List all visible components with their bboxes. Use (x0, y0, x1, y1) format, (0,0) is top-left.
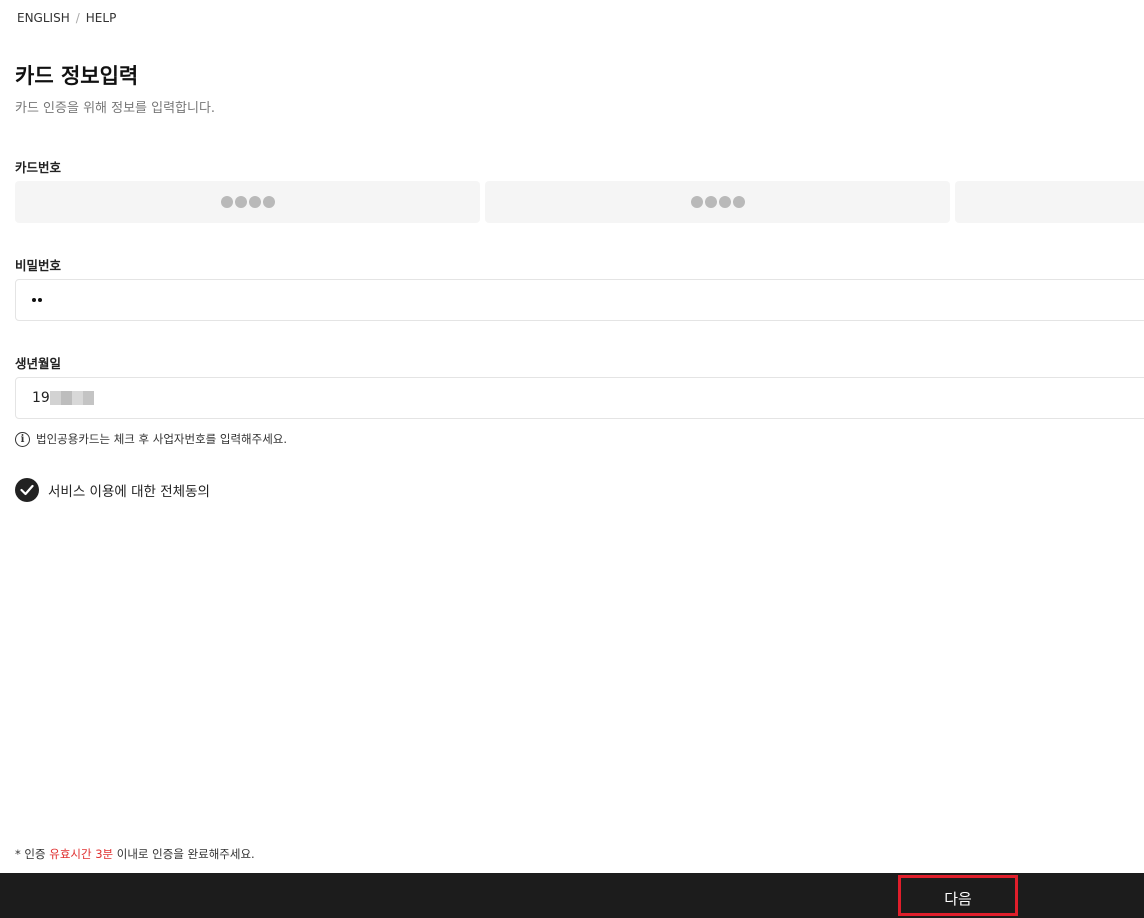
card-number-field-1[interactable] (15, 181, 480, 223)
time-limit-footnote: * 인증 유효시간 3분 이내로 인증을 완료해주세요. (15, 846, 255, 862)
birthdate-value: 19 (32, 390, 50, 406)
password-input[interactable] (15, 279, 1144, 321)
nav-separator: / (75, 11, 80, 25)
footnote-suffix: 이내로 인증을 완료해주세요. (116, 847, 255, 861)
top-nav: ENGLISH / HELP (17, 11, 116, 25)
password-masked-value (32, 298, 42, 302)
card-number-field-3[interactable] (955, 181, 1144, 223)
masked-digits (690, 196, 745, 208)
masked-digits (220, 196, 275, 208)
check-icon (15, 478, 39, 502)
notice-text: 법인공용카드는 체크 후 사업자번호를 입력해주세요. (36, 432, 288, 446)
page-subtitle: 카드 인증을 위해 정보를 입력합니다. (15, 101, 216, 116)
birthdate-input[interactable]: 19 (15, 377, 1144, 419)
page-title: 카드 정보입력 (15, 64, 139, 88)
card-number-field-2[interactable] (485, 181, 950, 223)
footnote-prefix: * 인증 (15, 847, 46, 861)
info-icon: i (15, 431, 30, 447)
card-number-label: 카드번호 (15, 160, 62, 175)
next-button[interactable]: 다음 (898, 875, 1018, 916)
birthdate-label: 생년월일 (15, 356, 62, 371)
agree-all-checkbox[interactable]: 서비스 이용에 대한 전체동의 (15, 478, 210, 502)
help-link[interactable]: HELP (86, 11, 117, 25)
bottom-action-bar: 다음 (0, 873, 1144, 918)
password-label: 비밀번호 (15, 258, 62, 273)
corporate-card-notice: i 법인공용카드는 체크 후 사업자번호를 입력해주세요. (15, 431, 287, 447)
agree-all-label: 서비스 이용에 대한 전체동의 (48, 484, 210, 500)
card-info-page: ENGLISH / HELP 카드 정보입력 카드 인증을 위해 정보를 입력합… (0, 0, 1144, 918)
redacted-blur (49, 391, 94, 405)
english-link[interactable]: ENGLISH (17, 11, 70, 25)
footnote-highlight: 유효시간 3분 (49, 847, 114, 861)
